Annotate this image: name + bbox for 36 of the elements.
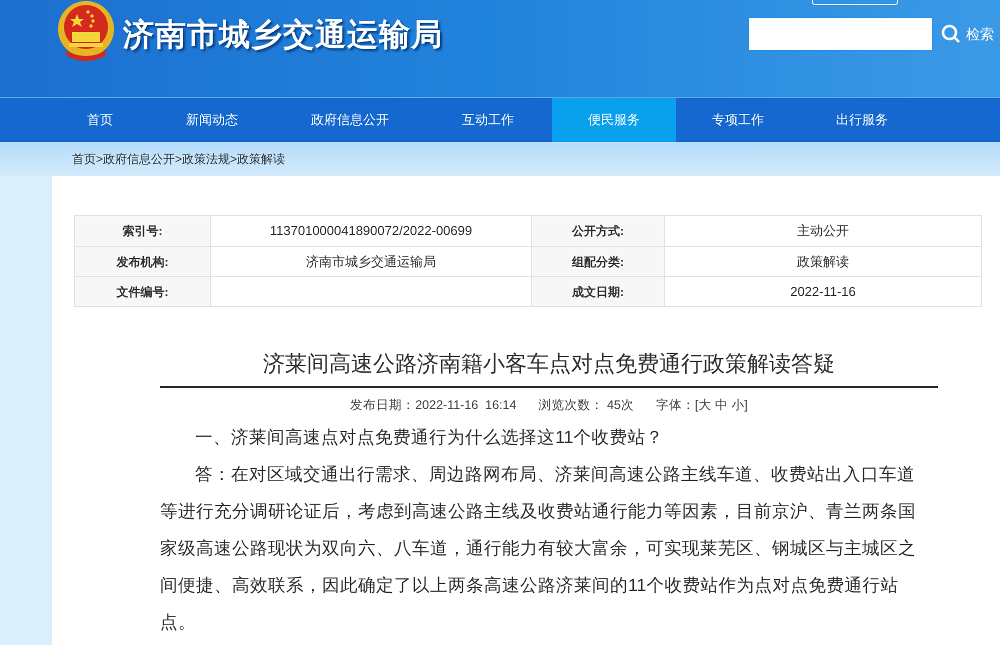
breadcrumb-link[interactable]: 政府信息公开 bbox=[103, 150, 176, 168]
search-field[interactable] bbox=[749, 18, 932, 50]
article-paragraph: 答：在对区域交通出行需求、周边路网布局、济莱间高速公路主线车道、收费站出入口车道等进行充分调研论证后，考虑到高速公路主线及收费站通行能力等因素，目前京沪、青兰两条国家级高速公路现状为双向六、八车道，通行能力有较大富余，可实现莱芜区、钢城区与主城区之间便捷、高效联系，因此确定了以上两条高速公路济莱间的11个收费站作为点对点免费通行站点。 bbox=[160, 462, 917, 634]
breadcrumb-link[interactable]: 政策法规 bbox=[182, 150, 230, 168]
search-button[interactable]: 检索 bbox=[941, 24, 994, 44]
nav-tab[interactable]: 出行服务 bbox=[800, 98, 924, 142]
breadcrumb-link[interactable]: 首页 bbox=[72, 150, 96, 168]
view-count: 浏览次数： 45次 bbox=[538, 397, 634, 414]
nav-tab[interactable]: 首页 bbox=[52, 98, 148, 142]
nav-tab[interactable]: 专项工作 bbox=[676, 98, 800, 142]
nav-tab[interactable]: 政府信息公开 bbox=[276, 98, 424, 142]
info-label: 索引号: bbox=[75, 216, 211, 246]
info-label: 文件编号: bbox=[75, 277, 211, 306]
emblem-icon bbox=[55, 0, 117, 62]
info-value: 2022-11-16 bbox=[790, 282, 856, 301]
nav-tab[interactable]: 新闻动态 bbox=[148, 98, 276, 142]
info-value: 济南市城乡交通运输局 bbox=[306, 252, 436, 271]
info-label: 成文日期: bbox=[531, 277, 665, 306]
publish-date: 发布日期：2022-11-16 16:14 bbox=[350, 397, 516, 414]
article-title: 济莱间高速公路济南籍小客车点对点免费通行政策解读答疑 bbox=[263, 350, 835, 378]
info-value: 113701000041890072/2022-00699 bbox=[270, 222, 472, 240]
site-title: 济南市城乡交通运输局 bbox=[123, 16, 443, 54]
breadcrumb-separator: > bbox=[175, 151, 182, 168]
info-label: 发布机构: bbox=[75, 247, 211, 276]
info-label: 公开方式: bbox=[531, 216, 665, 246]
article-paragraph: 一、济莱间高速点对点免费通行为什么选择这11个收费站？ bbox=[194, 426, 664, 449]
breadcrumb-link[interactable]: 政策解读 bbox=[237, 150, 286, 168]
nav-tab[interactable]: 互动工作 bbox=[424, 98, 552, 142]
info-label: 组配分类: bbox=[531, 247, 665, 276]
info-value: 主动公开 bbox=[797, 222, 849, 240]
search-icon bbox=[941, 24, 961, 44]
breadcrumb-separator: > bbox=[230, 151, 238, 168]
breadcrumb-separator: > bbox=[96, 151, 104, 168]
nav-tab[interactable]: 便民服务 bbox=[552, 98, 676, 142]
font-size-options: 字体：[大 中 小] bbox=[656, 396, 748, 415]
info-value: 政策解读 bbox=[797, 252, 849, 271]
